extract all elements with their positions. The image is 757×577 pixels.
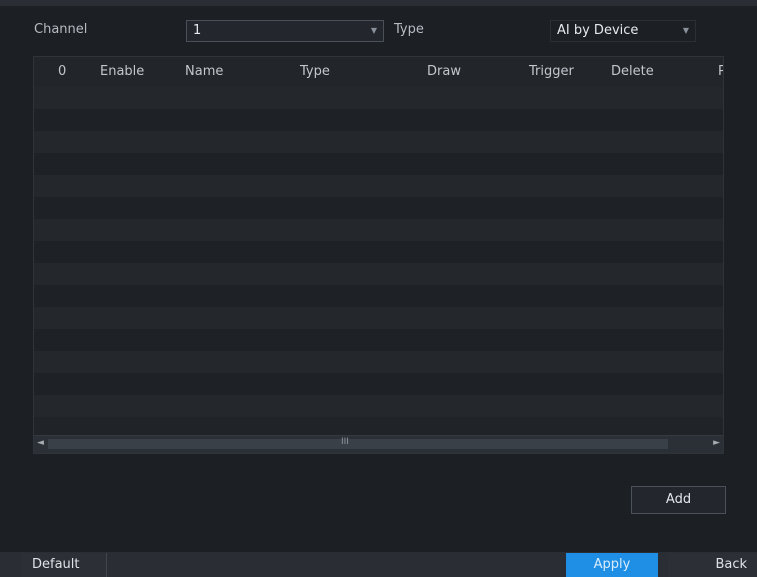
column-header-enable: Enable — [100, 64, 145, 79]
apply-button[interactable]: Apply — [566, 553, 658, 577]
back-button[interactable]: Back — [668, 553, 757, 577]
column-header-draw: Draw — [427, 64, 461, 79]
add-button[interactable]: Add — [631, 486, 726, 514]
table-row — [34, 373, 723, 395]
table-row — [34, 241, 723, 263]
table-row — [34, 263, 723, 285]
table-row — [34, 153, 723, 175]
smart-plan-config-page: Channel 1 ▼ Type AI by Device ▼ 0 Enable… — [0, 0, 757, 577]
default-button[interactable]: Default — [22, 553, 107, 577]
type-value: AI by Device — [557, 23, 639, 38]
table-row — [34, 351, 723, 373]
title-bar — [0, 0, 757, 6]
channel-label: Channel — [34, 22, 88, 37]
horizontal-scrollbar[interactable]: ◄ III ► — [34, 435, 723, 453]
scroll-left-icon[interactable]: ◄ — [37, 438, 44, 448]
type-select[interactable]: AI by Device ▼ — [550, 20, 696, 42]
scrollbar-grip-icon: III — [341, 437, 349, 447]
table-row — [34, 131, 723, 153]
column-header-more: P — [718, 64, 723, 79]
scrollbar-thumb[interactable] — [48, 439, 668, 449]
table-row — [34, 219, 723, 241]
column-header-index: 0 — [58, 64, 67, 79]
table-row — [34, 197, 723, 219]
type-label: Type — [394, 22, 424, 37]
table-row — [34, 329, 723, 351]
chevron-down-icon: ▼ — [370, 26, 377, 35]
table-row — [34, 175, 723, 197]
table-row — [34, 109, 723, 131]
column-header-type: Type — [300, 64, 330, 79]
column-header-name: Name — [185, 64, 224, 79]
table-header: 0 Enable Name Type Draw Trigger Delete P — [34, 57, 723, 87]
table-row — [34, 285, 723, 307]
table-row — [34, 87, 723, 109]
column-header-trigger: Trigger — [529, 64, 574, 79]
column-header-delete: Delete — [611, 64, 654, 79]
rule-table: 0 Enable Name Type Draw Trigger Delete P… — [33, 56, 724, 454]
table-row — [34, 395, 723, 417]
channel-value: 1 — [193, 23, 202, 38]
channel-select[interactable]: 1 ▼ — [186, 20, 384, 42]
table-row — [34, 307, 723, 329]
chevron-down-icon: ▼ — [682, 26, 689, 35]
scroll-right-icon[interactable]: ► — [713, 438, 720, 448]
